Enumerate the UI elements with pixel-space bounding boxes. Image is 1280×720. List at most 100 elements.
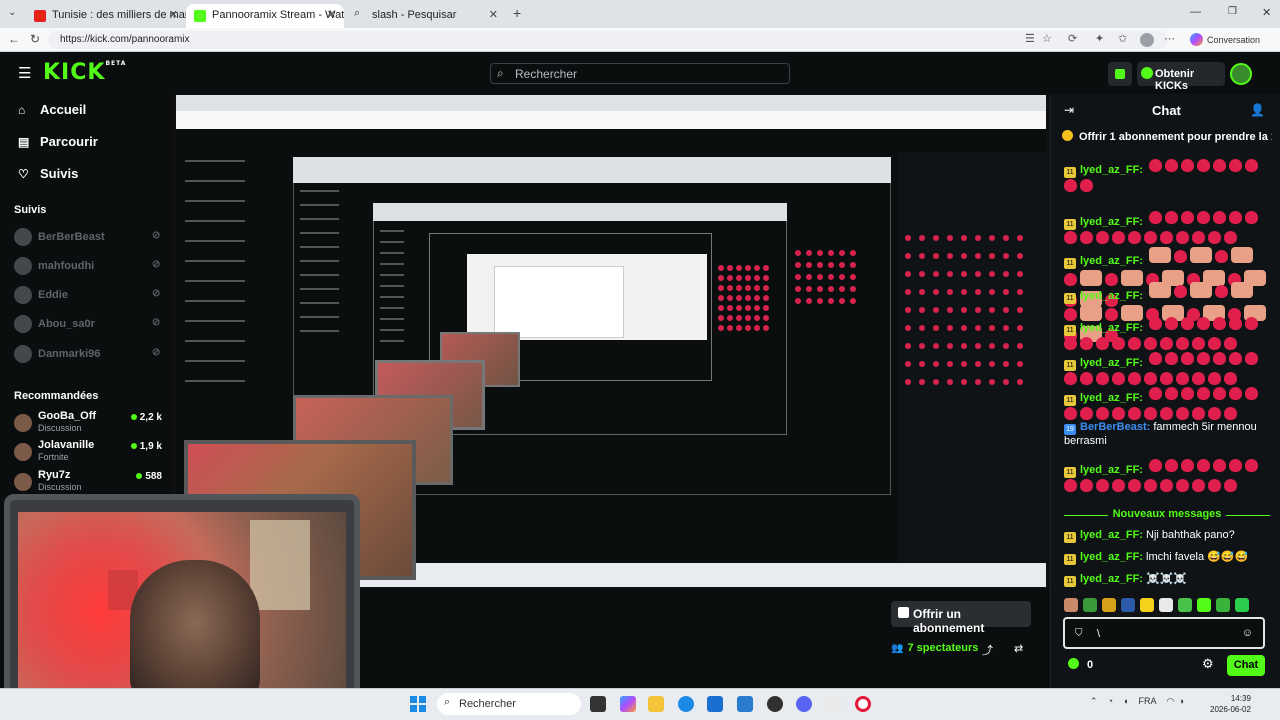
tab-search[interactable]: ⌕ slash - Pesquisar ✕ xyxy=(346,4,506,28)
volume-icon[interactable]: ◗ xyxy=(1179,696,1184,706)
conversation-label[interactable]: Conversation xyxy=(1207,35,1260,45)
send-chat-button[interactable]: Chat xyxy=(1227,655,1265,676)
chat-username[interactable]: lyed_az_FF: xyxy=(1080,322,1143,334)
shield-icon[interactable]: ⛉ xyxy=(1075,628,1083,639)
chat-input[interactable]: ⛉ \ ☺ xyxy=(1063,617,1265,649)
followed-channel[interactable]: Danmarki96 ⊘ xyxy=(14,345,164,363)
capture-emote xyxy=(905,379,911,385)
reader-icon[interactable]: ☰ xyxy=(1025,32,1035,45)
copilot-icon[interactable] xyxy=(620,696,636,712)
chat-username[interactable]: lyed_az_FF: xyxy=(1080,357,1143,369)
star-icon[interactable]: ☆ xyxy=(1042,32,1052,45)
nav-browse[interactable]: ▤ Parcourir xyxy=(18,134,98,149)
minimize-icon[interactable]: — xyxy=(1190,6,1201,18)
favorites-icon[interactable]: ✩ xyxy=(1118,32,1127,45)
chevron-up-icon[interactable]: ⌃ xyxy=(1090,696,1098,706)
emote-icon[interactable] xyxy=(1159,598,1173,612)
reload-icon[interactable]: ↻ xyxy=(30,32,40,46)
user-avatar[interactable] xyxy=(1230,63,1252,85)
followed-channel[interactable]: Abou_sa0r ⊘ xyxy=(14,315,164,333)
collapse-chat-icon[interactable]: ⇥ xyxy=(1064,103,1074,117)
opera-icon[interactable] xyxy=(855,696,871,712)
followed-channel[interactable]: Eddie ⊘ xyxy=(14,286,164,304)
emote-icon[interactable] xyxy=(1216,598,1230,612)
emote-icon[interactable] xyxy=(1064,598,1078,612)
followed-channel[interactable]: mahfoudhi ⊘ xyxy=(14,257,164,275)
refresh-icon[interactable]: ⟳ xyxy=(1068,32,1077,45)
store-icon[interactable] xyxy=(707,696,723,712)
chat-username[interactable]: lyed_az_FF: xyxy=(1080,216,1143,228)
vscode-icon[interactable] xyxy=(737,696,753,712)
taskbar-search[interactable]: ⌕ Rechercher xyxy=(437,693,581,715)
tab-kick[interactable]: Pannooramix Stream - Watch ✕ xyxy=(186,4,344,28)
app-icon[interactable] xyxy=(825,696,841,712)
recommended-channel[interactable]: Jolavanille Fortnite 1,9 k xyxy=(14,439,164,465)
tab-list-icon[interactable]: ⌄ xyxy=(8,7,16,18)
emote-icon xyxy=(1128,407,1141,420)
chat-username[interactable]: lyed_az_FF: xyxy=(1080,573,1143,585)
chat-username[interactable]: lyed_az_FF: xyxy=(1080,164,1143,176)
close-window-icon[interactable]: ✕ xyxy=(1262,6,1271,19)
emote-icon[interactable] xyxy=(1083,598,1097,612)
more-icon[interactable]: ⋯ xyxy=(1164,32,1175,45)
discord-icon[interactable] xyxy=(796,696,812,712)
gift-subscription-button[interactable]: Offrir un abonnement xyxy=(891,601,1031,635)
wifi-icon[interactable]: ◠ xyxy=(1166,696,1174,706)
close-icon[interactable]: ✕ xyxy=(489,8,498,21)
capture-emote xyxy=(989,289,995,295)
more-icon[interactable]: ⇄ xyxy=(1014,642,1023,655)
obs-icon[interactable] xyxy=(767,696,783,712)
extensions-icon[interactable]: ✦ xyxy=(1095,32,1104,45)
kick-logo[interactable]: KICKBETA xyxy=(43,60,126,85)
chat-username[interactable]: lyed_az_FF: xyxy=(1080,290,1143,302)
kicks-balance[interactable]: 0 xyxy=(1068,658,1093,671)
recommended-channel[interactable]: Ryu7z Discussion 588 xyxy=(14,469,164,495)
emote-icon[interactable] xyxy=(1197,598,1211,612)
chat-username[interactable]: BerBerBeast: xyxy=(1080,421,1150,433)
profile-avatar[interactable] xyxy=(1140,33,1154,47)
clock[interactable]: 14:39 2026-06-02 xyxy=(1210,693,1251,715)
tab-news[interactable]: Tunisie : des milliers de manifesta ✕ xyxy=(26,4,186,28)
recommended-channel[interactable]: GooBa_Off Discussion 2,2 k xyxy=(14,410,164,436)
speaker-icon[interactable]: ◖ xyxy=(1123,696,1128,706)
pinned-message[interactable]: Offrir 1 abonnement pour prendre la 1è xyxy=(1062,130,1272,148)
nav-home[interactable]: ⌂ Accueil xyxy=(18,102,86,117)
search-input[interactable]: ⌕ Rechercher xyxy=(490,63,790,84)
subscriber-badge: 11 xyxy=(1064,395,1076,406)
chat-username[interactable]: lyed_az_FF: xyxy=(1080,551,1143,563)
followed-channel[interactable]: BerBerBeast ⊘ xyxy=(14,228,164,246)
close-icon[interactable]: ✕ xyxy=(169,8,178,21)
close-icon[interactable]: ✕ xyxy=(327,8,336,21)
nav-following[interactable]: ♡ Suivis xyxy=(18,166,78,181)
copilot-icon[interactable] xyxy=(1190,33,1203,46)
windows-start-icon[interactable] xyxy=(410,696,426,712)
menu-icon[interactable]: ☰ xyxy=(18,64,31,82)
back-icon[interactable]: ← xyxy=(8,32,20,46)
language-label[interactable]: FRA xyxy=(1138,696,1156,706)
emote-icon[interactable] xyxy=(1178,598,1192,612)
system-tray[interactable]: ⌃ ◔ ◖ FRA ◠ ◗ xyxy=(1090,696,1185,707)
emote-icon[interactable] xyxy=(1121,598,1135,612)
emote-icon[interactable] xyxy=(1235,598,1249,612)
gear-icon[interactable]: ⚙ xyxy=(1202,656,1214,672)
url-field[interactable]: https://kick.com/pannooramix xyxy=(48,31,1168,49)
maximize-icon[interactable]: ❐ xyxy=(1228,6,1237,17)
chat-username[interactable]: lyed_az_FF: xyxy=(1080,392,1143,404)
emote-icon[interactable] xyxy=(1102,598,1116,612)
capture-emote xyxy=(763,305,769,311)
share-icon[interactable]: ⤴ xyxy=(982,642,993,658)
edge-icon[interactable] xyxy=(678,696,694,712)
network-icon[interactable]: ◔ xyxy=(1108,696,1113,706)
folder-icon[interactable] xyxy=(648,696,664,712)
wallet-button[interactable] xyxy=(1108,62,1132,86)
emote-icon[interactable] xyxy=(1140,598,1154,612)
chat-users-icon[interactable]: 👤 xyxy=(1250,103,1265,117)
taskview-icon[interactable] xyxy=(590,696,606,712)
emoji-icon[interactable]: ☺ xyxy=(1242,627,1253,639)
chat-username[interactable]: lyed_az_FF: xyxy=(1080,255,1143,267)
get-kicks-button[interactable]: Obtenir KICKs xyxy=(1137,62,1225,92)
new-tab-icon[interactable]: + xyxy=(513,5,521,21)
capture-emote xyxy=(989,361,995,367)
chat-username[interactable]: lyed_az_FF: xyxy=(1080,529,1143,541)
chat-username[interactable]: lyed_az_FF: xyxy=(1080,464,1143,476)
